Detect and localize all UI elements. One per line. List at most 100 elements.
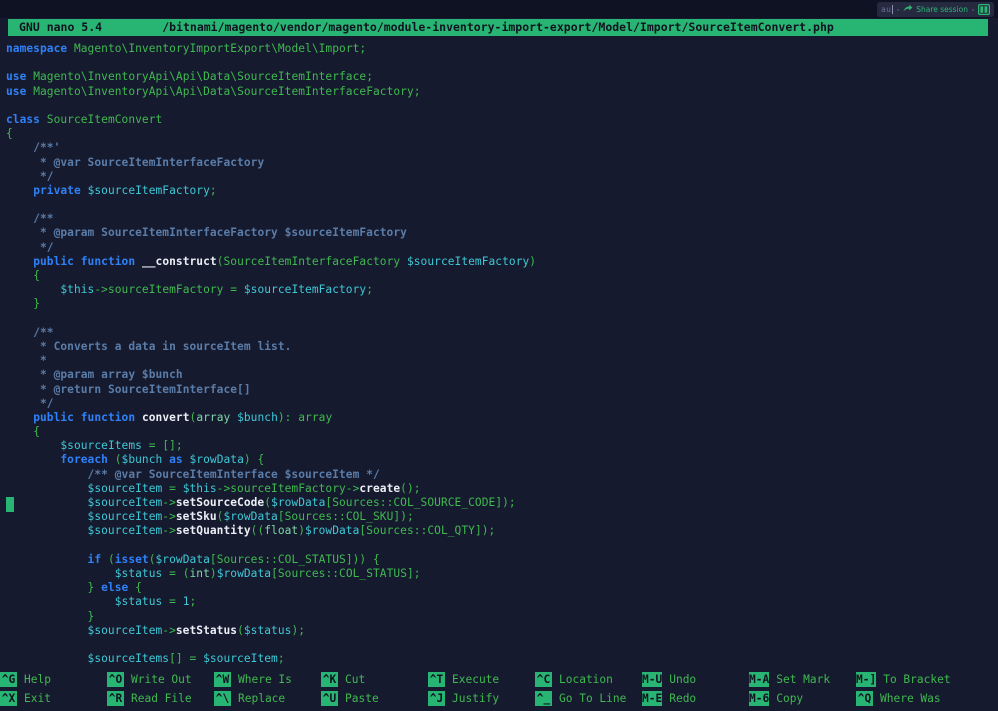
code-line: [6, 638, 536, 652]
code-line: if (isset($rowData[Sources::COL_STATUS])…: [6, 553, 536, 567]
shortcut-label: Cut: [345, 673, 365, 686]
code-line: $sourceItems = [];: [6, 439, 536, 453]
shortcut-key-badge: ^C: [535, 672, 552, 687]
share-arrow-icon: [903, 4, 913, 15]
shortcut-item[interactable]: M-] To Bracket: [856, 670, 963, 689]
nano-title-bar: GNU nano 5.4 /bitnami/magento/vendor/mag…: [8, 19, 988, 36]
code-line: use Magento\InventoryApi\Api\Data\Source…: [6, 70, 536, 84]
shortcut-item[interactable]: ^_Go To Line: [535, 689, 642, 708]
code-line: {: [6, 425, 536, 439]
shortcut-key-badge: ^Q: [856, 691, 873, 706]
nano-editor-window: au Share session GNU nano 5.4 /bitnami/m…: [0, 0, 998, 711]
shortcut-key-badge: M-A: [749, 672, 769, 687]
separator-dot-2: [972, 9, 974, 11]
shortcut-item[interactable]: ^W Where Is: [214, 670, 321, 689]
shortcut-column: ^T Execute ^J Justify: [428, 670, 535, 711]
nano-shortcut-bar: ^G Help ^X Exit ^OWrite Out ^R Read File ^W Wher…: [0, 668, 998, 711]
shortcut-label: Set Mark: [776, 673, 830, 686]
shortcut-label: Help: [24, 673, 51, 686]
shortcut-item[interactable]: ^K Cut: [321, 670, 428, 689]
code-line: use Magento\InventoryApi\Api\Data\Source…: [6, 85, 536, 99]
shortcut-item[interactable]: ^QWhere Was: [856, 689, 963, 708]
code-line: [6, 56, 536, 70]
shortcut-key-badge: ^K: [321, 672, 338, 687]
code-line: $sourceItem->setSku($rowData[Sources::CO…: [6, 510, 536, 524]
shortcut-column: ^OWrite Out ^R Read File: [107, 670, 214, 711]
shortcut-key-badge: ^W: [214, 672, 231, 687]
session-user-label: au: [881, 5, 893, 14]
shortcut-label: Justify: [452, 692, 499, 705]
shortcut-item[interactable]: ^UPaste: [321, 689, 428, 708]
shortcut-label: Location: [559, 673, 613, 686]
shortcut-item[interactable]: ^J Justify: [428, 689, 535, 708]
code-line: {: [6, 127, 536, 141]
shortcut-key-badge: ^G: [0, 672, 17, 687]
shortcut-item[interactable]: ^G Help: [0, 670, 107, 689]
code-line: * @param SourceItemInterfaceFactory $sou…: [6, 226, 536, 240]
file-path-label: /bitnami/magento/vendor/magento/module-i…: [8, 19, 988, 36]
code-line: }: [6, 297, 536, 311]
shortcut-key-badge: M-6: [749, 691, 769, 706]
shortcut-item[interactable]: M-6Copy: [749, 689, 856, 708]
shortcut-item[interactable]: M-ERedo: [642, 689, 749, 708]
shortcut-key-badge: ^_: [535, 691, 552, 706]
shortcut-item[interactable]: ^C Location: [535, 670, 642, 689]
shortcut-label: Write Out: [131, 673, 192, 686]
separator-dot: [897, 9, 899, 11]
shortcut-column: ^K Cut ^UPaste: [321, 670, 428, 711]
code-line: [6, 198, 536, 212]
code-line: * @return SourceItemInterface[]: [6, 383, 536, 397]
code-line: foreach ($bunch as $rowData) {: [6, 453, 536, 467]
shortcut-key-badge: ^X: [0, 691, 17, 706]
shortcut-label: Execute: [452, 673, 499, 686]
share-session-button[interactable]: Share session: [903, 4, 968, 15]
code-line: /** @var SourceItemInterface $sourceItem…: [6, 468, 536, 482]
shortcut-item[interactable]: ^R Read File: [107, 689, 214, 708]
code-line: private $sourceItemFactory;: [6, 184, 536, 198]
code-line: $sourceItem = $this->sourceItemFactory->…: [6, 482, 536, 496]
shortcut-key-badge: ^T: [428, 672, 445, 687]
shortcut-label: Paste: [345, 692, 379, 705]
terminal-chrome-bar: au Share session: [0, 0, 998, 18]
code-line: namespace Magento\InventoryImportExport\…: [6, 42, 536, 56]
shortcut-key-badge: ^\: [214, 691, 231, 706]
split-pane-icon[interactable]: [978, 4, 990, 15]
shortcut-key-badge: ^R: [107, 691, 124, 706]
shortcut-label: Where Is: [238, 673, 292, 686]
code-line: [6, 539, 536, 553]
shortcut-item[interactable]: M-A Set Mark: [749, 670, 856, 689]
shortcut-label: Read File: [131, 692, 192, 705]
code-line: }: [6, 610, 536, 624]
shortcut-key-badge: M-U: [642, 672, 662, 687]
shortcut-item[interactable]: M-UUndo: [642, 670, 749, 689]
shortcut-item[interactable]: ^\ Replace: [214, 689, 321, 708]
code-line: } else {: [6, 581, 536, 595]
shortcut-key-badge: ^J: [428, 691, 445, 706]
code-editor-buffer[interactable]: namespace Magento\InventoryImportExport\…: [0, 42, 998, 668]
code-line: $status = 1;: [6, 595, 536, 609]
shortcut-key-badge: M-]: [856, 672, 876, 687]
shortcut-label: Replace: [238, 692, 285, 705]
code-line: /**: [6, 326, 536, 340]
code-line: {: [6, 269, 536, 283]
shortcut-column: M-UUndoM-ERedo: [642, 670, 749, 711]
code-line: [6, 312, 536, 326]
code-line: public function __construct(SourceItemIn…: [6, 255, 536, 269]
code-line: [6, 99, 536, 113]
shortcut-item[interactable]: ^T Execute: [428, 670, 535, 689]
code-line: class SourceItemConvert: [6, 113, 536, 127]
shortcut-column: ^G Help ^X Exit: [0, 670, 107, 711]
text-caret: [892, 5, 893, 14]
code-lines: namespace Magento\InventoryImportExport\…: [6, 42, 536, 666]
shortcut-column: M-A Set Mark M-6Copy: [749, 670, 856, 711]
shortcut-item[interactable]: ^X Exit: [0, 689, 107, 708]
shortcut-item[interactable]: ^OWrite Out: [107, 670, 214, 689]
shortcut-key-badge: M-E: [642, 691, 662, 706]
text-cursor: [6, 497, 14, 512]
code-line: $sourceItem->setQuantity((float)$rowData…: [6, 524, 536, 538]
shortcut-label: Exit: [24, 692, 51, 705]
shortcut-label: To Bracket: [883, 673, 950, 686]
code-line: /**: [6, 212, 536, 226]
code-line: $status = (int)$rowData[Sources::COL_STA…: [6, 567, 536, 581]
code-line: */: [6, 241, 536, 255]
